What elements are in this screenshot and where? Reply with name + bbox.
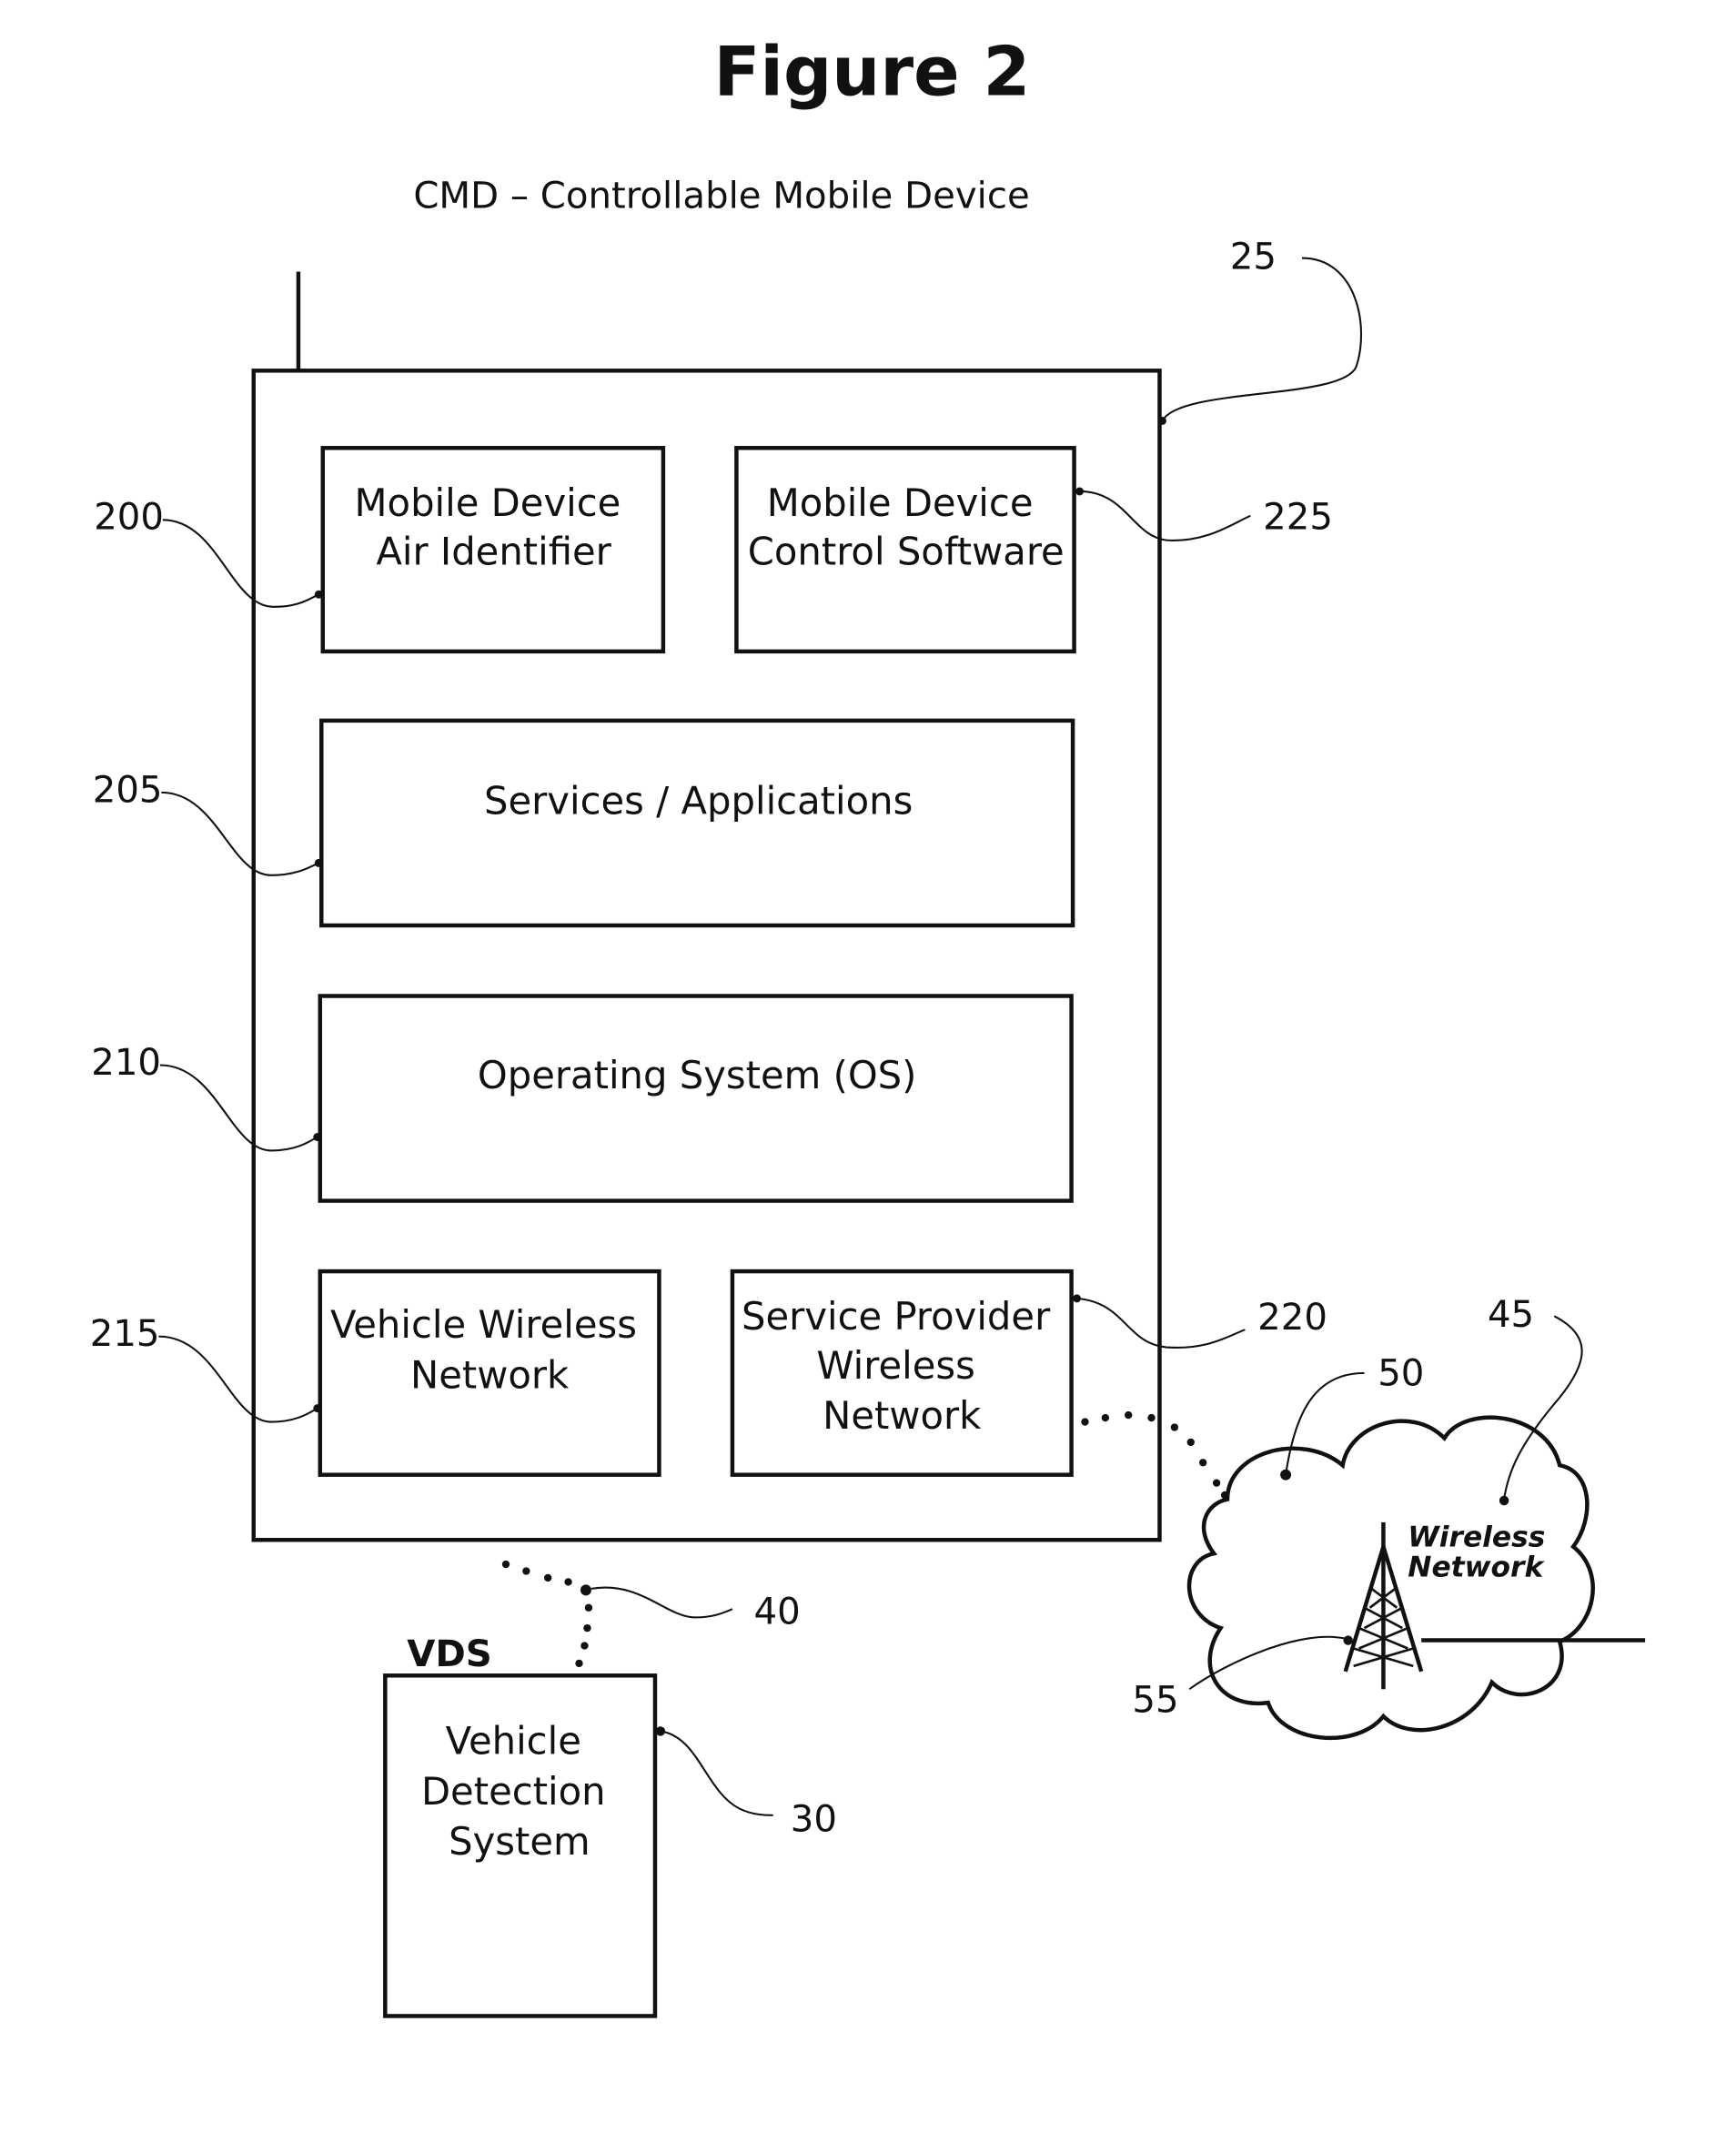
ref-30: 30 xyxy=(791,1799,837,1841)
figure-canvas: Figure 2 CMD – Controllable Mobile Devic… xyxy=(90,33,1646,2018)
leader-220-dot xyxy=(1073,1294,1082,1303)
figure-title: Figure 2 xyxy=(714,33,1031,112)
ref-25: 25 xyxy=(1230,237,1277,278)
ref-205: 205 xyxy=(93,769,163,811)
ref-200: 200 xyxy=(94,497,164,539)
vehicle-detection-system-label: Vehicle Detection System xyxy=(421,1719,618,1864)
leader-215-dot xyxy=(313,1404,322,1413)
wireless-network-label: Wireless Network xyxy=(1408,1521,1555,1584)
ref-40: 40 xyxy=(754,1592,801,1633)
leader-45-dot xyxy=(1499,1495,1509,1506)
ref-45: 45 xyxy=(1488,1294,1534,1336)
operating-system-label: Operating System (OS) xyxy=(478,1053,917,1097)
leader-25 xyxy=(1161,257,1362,422)
vds-label: VDS xyxy=(407,1633,492,1675)
ref-220: 220 xyxy=(1257,1297,1327,1339)
services-applications-label: Services / Applications xyxy=(484,779,913,824)
ref-55: 55 xyxy=(1132,1680,1178,1722)
leader-50-dot xyxy=(1280,1469,1292,1481)
ref-50: 50 xyxy=(1378,1352,1424,1394)
leader-55-dot xyxy=(1343,1635,1353,1645)
leader-200-dot xyxy=(314,590,323,599)
leader-30 xyxy=(660,1730,773,1816)
vehicle-link-40 xyxy=(501,1560,593,1668)
operating-system-box xyxy=(318,994,1074,1203)
leader-30-dot xyxy=(655,1726,666,1736)
leader-210-dot xyxy=(313,1133,322,1141)
ref-225: 225 xyxy=(1263,497,1333,539)
figure-subtitle: CMD – Controllable Mobile Device xyxy=(413,175,1029,217)
ref-215: 215 xyxy=(90,1313,160,1355)
leader-40 xyxy=(590,1586,733,1619)
leader-225-dot xyxy=(1075,487,1085,496)
ref-210: 210 xyxy=(91,1042,161,1084)
leader-205-dot xyxy=(314,858,323,867)
